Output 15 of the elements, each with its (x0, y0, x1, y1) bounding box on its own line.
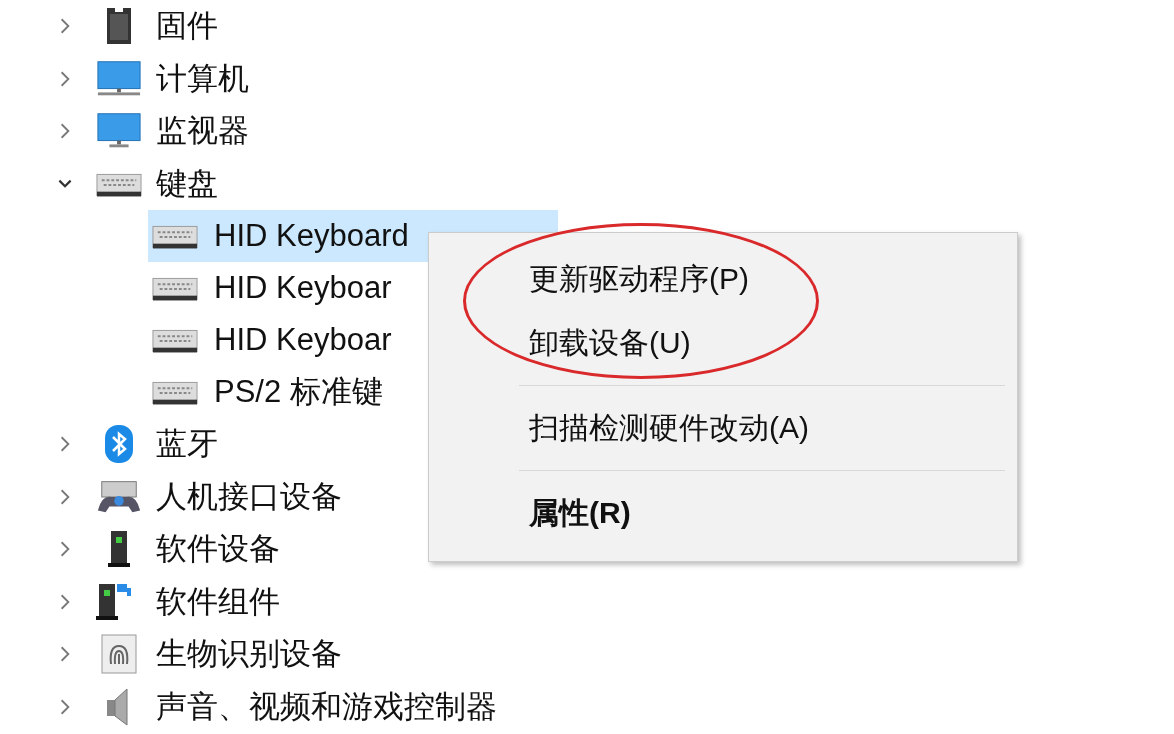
category-label[interactable]: 计算机 (156, 57, 249, 100)
category-label[interactable]: 生物识别设备 (156, 633, 342, 676)
category-label[interactable]: 监视器 (156, 110, 249, 153)
menu-item[interactable]: 扫描检测硬件改动(A) (429, 396, 1017, 460)
category-label[interactable]: 软件设备 (156, 528, 280, 571)
category-label[interactable]: 键盘 (156, 162, 218, 205)
menu-item[interactable]: 属性(R) (429, 481, 1017, 545)
category-label[interactable]: 人机接口设备 (156, 475, 342, 518)
menu-item[interactable]: 卸载设备(U) (429, 311, 1017, 375)
category-label[interactable]: 固件 (156, 5, 218, 48)
category-label[interactable]: 软件组件 (156, 580, 280, 623)
device-puzzle-icon (96, 581, 132, 622)
category-label[interactable]: 声音、视频和游戏控制器 (156, 685, 497, 728)
device-tower-icon (108, 529, 130, 570)
category-label[interactable]: 蓝牙 (156, 423, 218, 466)
